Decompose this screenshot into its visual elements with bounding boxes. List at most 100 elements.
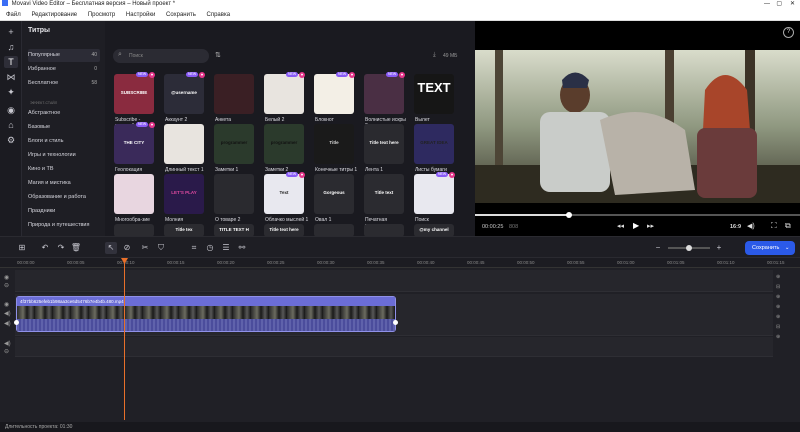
menu-save[interactable]: Сохранить	[166, 12, 196, 18]
filters-icon[interactable]: ✦	[4, 86, 18, 98]
zoom-slider[interactable]	[668, 245, 710, 251]
favorite-icon[interactable]: ♥	[299, 72, 305, 78]
category-item[interactable]: Кино и ТВ	[28, 163, 100, 176]
title-tile[interactable]: programmer	[214, 124, 254, 164]
mute-icon[interactable]: ◀)	[4, 320, 11, 327]
title-tile[interactable]	[214, 74, 254, 114]
favorite-icon[interactable]: ♥	[349, 72, 355, 78]
title-tile[interactable]: Text	[264, 174, 304, 214]
undo-icon[interactable]: ↶	[39, 242, 51, 254]
audio-track[interactable]	[15, 337, 773, 357]
title-tile[interactable]	[264, 74, 304, 114]
menu-view[interactable]: Просмотр	[88, 12, 115, 18]
marker-icon[interactable]: ⛉	[155, 242, 167, 254]
delete-icon[interactable]: 🗑	[70, 242, 82, 254]
stickers-icon[interactable]: ◉	[4, 104, 18, 116]
category-item[interactable]: Природа и путешествия	[28, 219, 100, 232]
lock-icon[interactable]: ⊖	[4, 348, 9, 355]
zoom-knob[interactable]	[686, 245, 692, 251]
music-icon[interactable]: ♫	[4, 41, 18, 53]
category-item[interactable]: Базовые	[28, 121, 100, 134]
redo-icon[interactable]: ↷	[55, 242, 67, 254]
close-button[interactable]: ✕	[790, 0, 795, 9]
menu-help[interactable]: Справка	[207, 12, 231, 18]
help-icon[interactable]: ?	[783, 27, 794, 38]
clip-handle-left[interactable]	[14, 320, 19, 325]
detach-icon[interactable]: ⧉	[785, 221, 791, 231]
volume-icon[interactable]: ◀)	[747, 222, 755, 230]
title-tile[interactable]: Title text here	[364, 124, 404, 164]
title-tile[interactable]: GREAT IDEA	[414, 124, 454, 164]
next-frame-button[interactable]: ▸▸	[647, 222, 654, 230]
cut-icon[interactable]: ✂	[139, 242, 151, 254]
category-item[interactable]: Игры и технологии	[28, 149, 100, 162]
clip-handle-right[interactable]	[393, 320, 398, 325]
favorite-icon[interactable]: ♥	[299, 172, 305, 178]
save-button[interactable]: Сохранить ⌄	[745, 241, 795, 255]
title-tile[interactable]: Title text	[364, 174, 404, 214]
eye-icon[interactable]: ◉	[4, 301, 9, 308]
title-tile[interactable]: THE CITY	[114, 124, 154, 164]
title-tile[interactable]	[314, 74, 354, 114]
title-tile[interactable]	[164, 124, 204, 164]
title-tile[interactable]: LET'S PLAY	[164, 174, 204, 214]
track-settings-icon[interactable]: ⊞	[16, 242, 28, 254]
title-tile[interactable]	[364, 74, 404, 114]
crop-icon[interactable]: ⌗	[188, 242, 200, 254]
select-tool-icon[interactable]: ↖	[105, 242, 117, 254]
menu-settings[interactable]: Настройки	[126, 12, 155, 18]
category-item[interactable]: Праздники	[28, 205, 100, 218]
title-track[interactable]	[15, 270, 773, 292]
lock-icon[interactable]: ⊖	[4, 282, 9, 289]
category-item[interactable]: Образование и работа	[28, 191, 100, 204]
category-favorites[interactable]: Избранное 0	[28, 63, 100, 76]
audio-toggle-icon[interactable]: ◀)	[4, 310, 11, 317]
category-free[interactable]: Бесплатное 58	[28, 77, 100, 90]
title-tile[interactable]: TEXT	[414, 74, 454, 114]
titles-icon[interactable]: T	[4, 56, 18, 68]
title-tile[interactable]	[114, 174, 154, 214]
prev-frame-button[interactable]: ◂◂	[617, 222, 624, 230]
sort-icon[interactable]: ⇅	[215, 51, 221, 59]
category-item[interactable]: Блоги и стиль	[28, 135, 100, 148]
transitions-icon[interactable]: ⋈	[4, 71, 18, 83]
favorite-icon[interactable]: ♥	[199, 72, 205, 78]
favorite-icon[interactable]: ♥	[399, 72, 405, 78]
title-tile[interactable]: SUBSCRIBE	[114, 74, 154, 114]
preview-scrubber[interactable]	[475, 212, 800, 218]
category-item[interactable]: Магия и мистика	[28, 177, 100, 190]
fullscreen-icon[interactable]: ⛶	[771, 221, 777, 231]
blade-tool-icon[interactable]: ⊘	[121, 242, 133, 254]
play-button[interactable]: ▶	[633, 221, 639, 230]
audio-icon[interactable]: ⚯	[236, 242, 248, 254]
category-popular[interactable]: Популярные 40	[28, 49, 100, 62]
favorite-icon[interactable]: ♥	[149, 122, 155, 128]
eye-icon[interactable]: ◉	[4, 274, 9, 281]
title-tile[interactable]: Title	[314, 124, 354, 164]
menu-file[interactable]: Файл	[6, 12, 21, 18]
time-ruler[interactable]: 00:00:00 00:00:05 00:00:10 00:00:15 00:00:20…	[0, 258, 800, 268]
minimize-button[interactable]: —	[764, 0, 770, 9]
search-input[interactable]: ⌕ Поиск	[113, 49, 209, 63]
title-tile[interactable]: @username	[164, 74, 204, 114]
speed-icon[interactable]: ◷	[204, 242, 216, 254]
tools-icon[interactable]: ⚙	[4, 134, 18, 146]
lock-icon[interactable]: ⌂	[4, 119, 18, 131]
title-tile[interactable]: programmer	[264, 124, 304, 164]
aspect-ratio[interactable]: 16:9	[730, 224, 741, 230]
playhead[interactable]	[121, 258, 128, 420]
zoom-in-button[interactable]: +	[713, 242, 725, 254]
title-tile[interactable]: Gorgeous	[314, 174, 354, 214]
category-item[interactable]: Абстрактное	[28, 107, 100, 120]
maximize-button[interactable]: ▢	[776, 0, 782, 9]
menu-edit[interactable]: Редактирование	[31, 12, 77, 18]
favorite-icon[interactable]: ♥	[149, 72, 155, 78]
download-icon[interactable]: ⤓	[433, 52, 436, 59]
adjust-icon[interactable]: ☰	[220, 242, 232, 254]
add-media-icon[interactable]: +	[4, 26, 18, 38]
title-tile[interactable]	[414, 174, 454, 214]
headphones-icon[interactable]: ◀)	[4, 340, 11, 347]
video-clip[interactable]: 4f37bb625efeb1b98aa3ce6d5476b7e4b4b.480.…	[14, 296, 398, 332]
zoom-out-button[interactable]: −	[652, 242, 664, 254]
favorite-icon[interactable]: ♥	[449, 172, 455, 178]
